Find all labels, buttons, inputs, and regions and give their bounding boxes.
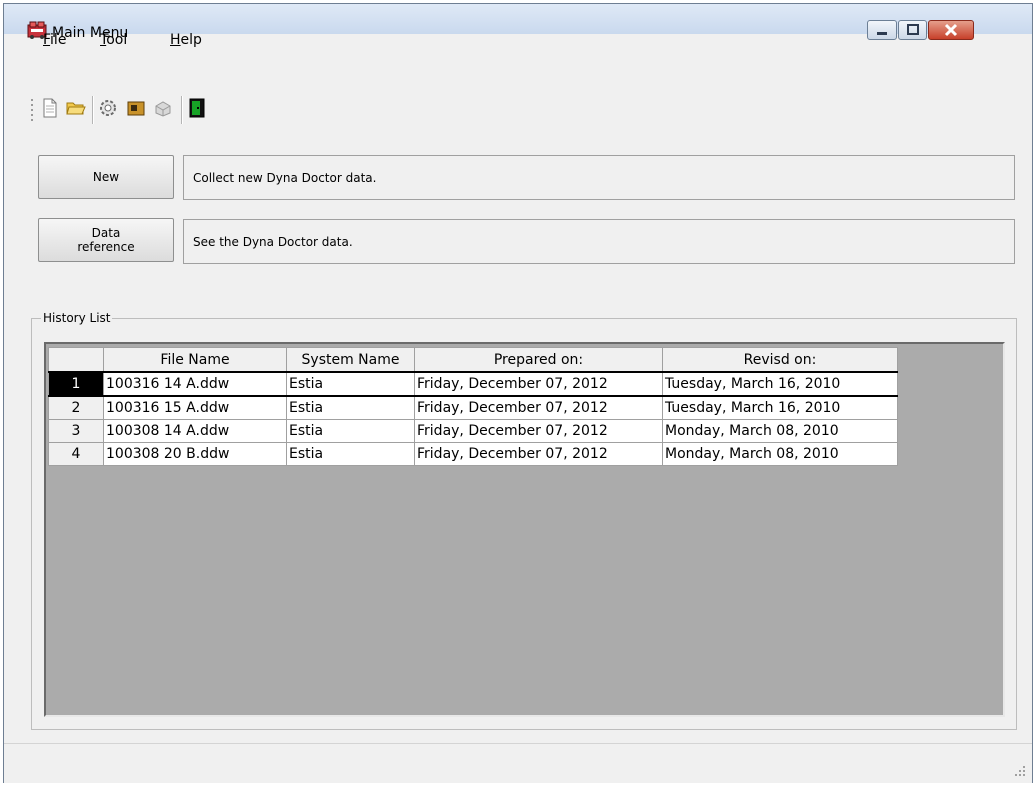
data-reference-label-line1: Data	[91, 226, 121, 240]
new-button-label: New	[92, 170, 120, 184]
open-folder-icon[interactable]	[66, 98, 86, 118]
data-reference-button-label: Data reference	[77, 226, 134, 254]
table-row[interactable]: 3 100308 14 A.ddw Estia Friday, December…	[48, 419, 898, 443]
status-bar	[4, 743, 1032, 783]
data-reference-button[interactable]: Data reference	[38, 218, 174, 262]
revised-on-cell[interactable]: Monday, March 08, 2010	[662, 442, 898, 466]
table-row[interactable]: 2 100316 15 A.ddw Estia Friday, December…	[48, 395, 898, 420]
data-reference-description: See the Dyna Doctor data.	[183, 219, 1015, 264]
exit-door-icon[interactable]	[187, 98, 207, 118]
minimize-icon	[877, 32, 887, 35]
row-header[interactable]: 3	[48, 419, 104, 443]
resize-grip-icon[interactable]	[1014, 765, 1026, 777]
prepared-on-cell[interactable]: Friday, December 07, 2012	[414, 442, 663, 466]
system-name-cell[interactable]: Estia	[286, 395, 415, 420]
new-description-text: Collect new Dyna Doctor data.	[193, 170, 377, 185]
column-header-prepared-on[interactable]: Prepared on:	[414, 347, 663, 373]
data-box-icon[interactable]	[126, 98, 146, 118]
menu-help[interactable]: Help	[170, 32, 202, 48]
data-reference-description-text: See the Dyna Doctor data.	[193, 234, 353, 249]
row-header[interactable]: 2	[48, 395, 104, 420]
new-description: Collect new Dyna Doctor data.	[183, 155, 1015, 200]
toolbar-grip-icon	[31, 99, 33, 121]
column-header-revised-on[interactable]: Revisd on:	[662, 347, 898, 373]
file-name-cell[interactable]: 100316 15 A.ddw	[103, 395, 287, 420]
new-button[interactable]: New	[38, 155, 174, 199]
settings-gear-icon[interactable]	[98, 98, 118, 118]
print-icon[interactable]	[153, 98, 173, 118]
row-header[interactable]: 1	[48, 371, 104, 397]
toolbar-separator	[181, 96, 183, 124]
menu-tool[interactable]: Tool	[100, 32, 127, 48]
revised-on-cell[interactable]: Tuesday, March 16, 2010	[662, 371, 898, 397]
file-name-cell[interactable]: 100316 14 A.ddw	[103, 371, 287, 397]
revised-on-cell[interactable]: Monday, March 08, 2010	[662, 419, 898, 443]
header-row: File Name System Name Prepared on: Revis…	[48, 347, 898, 373]
menu-file[interactable]: File	[43, 32, 66, 48]
prepared-on-cell[interactable]: Friday, December 07, 2012	[414, 371, 663, 397]
table-row[interactable]: 1 100316 14 A.ddw Estia Friday, December…	[48, 371, 898, 397]
system-name-cell[interactable]: Estia	[286, 442, 415, 466]
prepared-on-cell[interactable]: Friday, December 07, 2012	[414, 419, 663, 443]
minimize-button[interactable]	[867, 20, 897, 40]
close-icon	[944, 23, 958, 37]
column-header-file-name[interactable]: File Name	[103, 347, 287, 373]
history-list-label: History List	[41, 311, 113, 325]
close-button[interactable]	[928, 20, 974, 40]
prepared-on-cell[interactable]: Friday, December 07, 2012	[414, 395, 663, 420]
new-document-icon[interactable]	[40, 98, 60, 118]
toolbar-separator	[92, 96, 94, 124]
row-header[interactable]: 4	[48, 442, 104, 466]
corner-header	[48, 347, 104, 373]
system-name-cell[interactable]: Estia	[286, 419, 415, 443]
revised-on-cell[interactable]: Tuesday, March 16, 2010	[662, 395, 898, 420]
maximize-button[interactable]	[898, 20, 927, 40]
history-table: File Name System Name Prepared on: Revis…	[48, 347, 898, 466]
system-name-cell[interactable]: Estia	[286, 371, 415, 397]
history-grid[interactable]: File Name System Name Prepared on: Revis…	[44, 342, 1005, 717]
data-reference-label-line2: reference	[77, 240, 135, 254]
maximize-icon	[907, 24, 919, 35]
file-name-cell[interactable]: 100308 20 B.ddw	[103, 442, 287, 466]
table-row[interactable]: 4 100308 20 B.ddw Estia Friday, December…	[48, 442, 898, 466]
column-header-system-name[interactable]: System Name	[286, 347, 415, 373]
file-name-cell[interactable]: 100308 14 A.ddw	[103, 419, 287, 443]
